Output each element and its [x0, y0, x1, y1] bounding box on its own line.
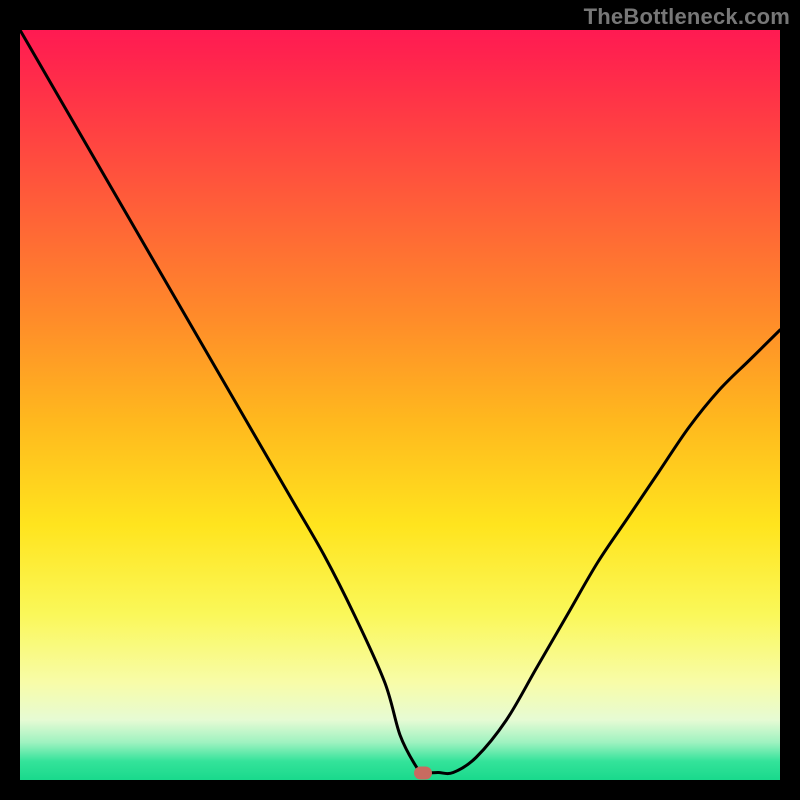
- watermark-text: TheBottleneck.com: [584, 4, 790, 30]
- plot-area: [20, 30, 780, 780]
- optimum-marker: [414, 766, 432, 779]
- bottleneck-curve: [20, 30, 780, 780]
- chart-stage: TheBottleneck.com: [0, 0, 800, 800]
